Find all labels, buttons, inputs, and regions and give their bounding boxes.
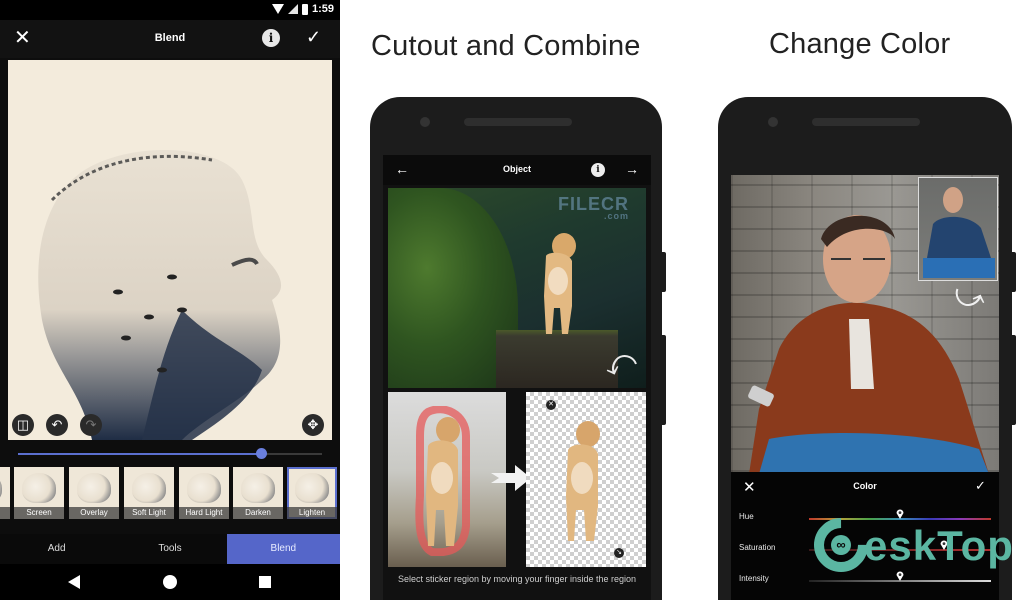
blend-mode-label: Darken: [233, 507, 283, 519]
bottom-tabs: Add Tools Blend: [0, 534, 340, 564]
blend-preview: [77, 473, 111, 503]
cutout-result[interactable]: ✕ ↘: [526, 392, 646, 567]
arrow-right-icon[interactable]: →: [625, 161, 639, 177]
tab-tools[interactable]: Tools: [113, 534, 226, 564]
recents-icon[interactable]: [259, 576, 271, 588]
front-camera: [420, 117, 430, 127]
blend-mode-label: Overlay: [69, 507, 119, 519]
volume-button: [1012, 252, 1016, 292]
blend-mode-lighten[interactable]: Lighten: [287, 467, 337, 519]
lioness-sticker[interactable]: [538, 226, 582, 336]
resize-handle-icon[interactable]: ↘: [614, 548, 624, 558]
blend-mode-label: Soft Light: [124, 507, 174, 519]
lioness-selection: [415, 406, 470, 556]
blend-preview: [295, 473, 329, 503]
tab-blend[interactable]: Blend: [226, 534, 340, 564]
status-bar: 1:59: [0, 0, 340, 20]
blend-mode-soft-light[interactable]: Soft Light: [124, 467, 174, 519]
infinity-icon: ∞: [831, 535, 851, 555]
screen-title: Object: [502, 164, 531, 174]
original-photo-inset: [918, 177, 998, 281]
delete-handle-icon[interactable]: ✕: [546, 400, 556, 410]
blend-mode-item[interactable]: [0, 467, 10, 519]
speaker-grille: [464, 118, 572, 126]
opacity-slider-fill: [18, 453, 262, 455]
double-exposure-portrait: [38, 150, 282, 440]
tab-add[interactable]: Add: [0, 534, 113, 564]
blend-mode-label: Lighten: [287, 507, 337, 519]
color-heading: Change Color: [769, 28, 951, 60]
blend-mode-darken[interactable]: Darken: [233, 467, 283, 519]
filecr-watermark: FILECR .com: [558, 194, 629, 221]
wifi-icon: [271, 4, 284, 14]
screen-title: Blend: [154, 32, 186, 44]
saturation-label: Saturation: [739, 543, 776, 552]
lioness-cutout: [566, 421, 600, 541]
recolored-photo[interactable]: ⤺: [731, 175, 999, 472]
blend-preview: [187, 473, 221, 503]
opacity-slider[interactable]: [18, 448, 322, 459]
blend-preview: [132, 473, 166, 503]
power-button: [1012, 335, 1016, 425]
desktop-watermark-logo: ∞ eskTop: [802, 506, 1014, 584]
system-nav-bar: [0, 564, 340, 600]
status-time: 1:59: [311, 3, 334, 15]
move-icon[interactable]: ✥: [302, 414, 324, 436]
app-store-screenshot: 1:59 ✕ Blend i ✓ ◫ ↶ ↷ ✥ Screen Overlay …: [0, 0, 1036, 600]
intensity-label: Intensity: [739, 574, 769, 583]
info-icon[interactable]: i: [262, 29, 280, 47]
combined-scene-image: FILECR .com ⤺: [388, 188, 646, 388]
battery-icon: [301, 3, 308, 15]
speaker-grille: [812, 118, 920, 126]
panel-title: Color: [853, 481, 877, 491]
back-icon[interactable]: [68, 575, 80, 589]
power-button: [662, 335, 666, 425]
blend-mode-list: Screen Overlay Soft Light Hard Light Dar…: [0, 467, 340, 519]
check-icon[interactable]: ✓: [306, 27, 321, 48]
info-icon[interactable]: i: [591, 163, 605, 177]
volume-button: [662, 252, 666, 292]
blend-mode-label: Hard Light: [179, 507, 229, 519]
check-icon[interactable]: ✓: [975, 478, 986, 494]
front-camera: [768, 117, 778, 127]
object-app-bar: ← Object i →: [383, 155, 651, 185]
redo-icon[interactable]: ↷: [80, 414, 102, 436]
opacity-slider-thumb[interactable]: [256, 448, 268, 459]
blend-screen: 1:59 ✕ Blend i ✓ ◫ ↶ ↷ ✥ Screen Overlay …: [0, 0, 340, 600]
blend-preview: [241, 473, 275, 503]
blend-app-bar: ✕ Blend i ✓: [0, 20, 340, 58]
hue-label: Hue: [739, 512, 754, 521]
blend-mode-hard-light[interactable]: Hard Light: [179, 467, 229, 519]
blend-preview: [22, 473, 56, 503]
signal-icon: [287, 4, 298, 14]
instruction-caption: Select sticker region by moving your fin…: [397, 574, 637, 584]
cutout-screen: ← Object i → FILECR .com ⤺ ✕ ↘ Select st…: [383, 155, 651, 600]
cutout-heading: Cutout and Combine: [371, 30, 641, 62]
home-icon[interactable]: [163, 575, 177, 589]
blend-mode-screen[interactable]: Screen: [14, 467, 64, 519]
blend-mode-label: Screen: [14, 507, 64, 519]
undo-icon[interactable]: ↶: [46, 414, 68, 436]
split-view-icon[interactable]: ◫: [12, 414, 34, 436]
blend-mode-overlay[interactable]: Overlay: [69, 467, 119, 519]
logo-wordmark: eskTop: [864, 522, 1014, 569]
blend-canvas[interactable]: [8, 60, 332, 440]
